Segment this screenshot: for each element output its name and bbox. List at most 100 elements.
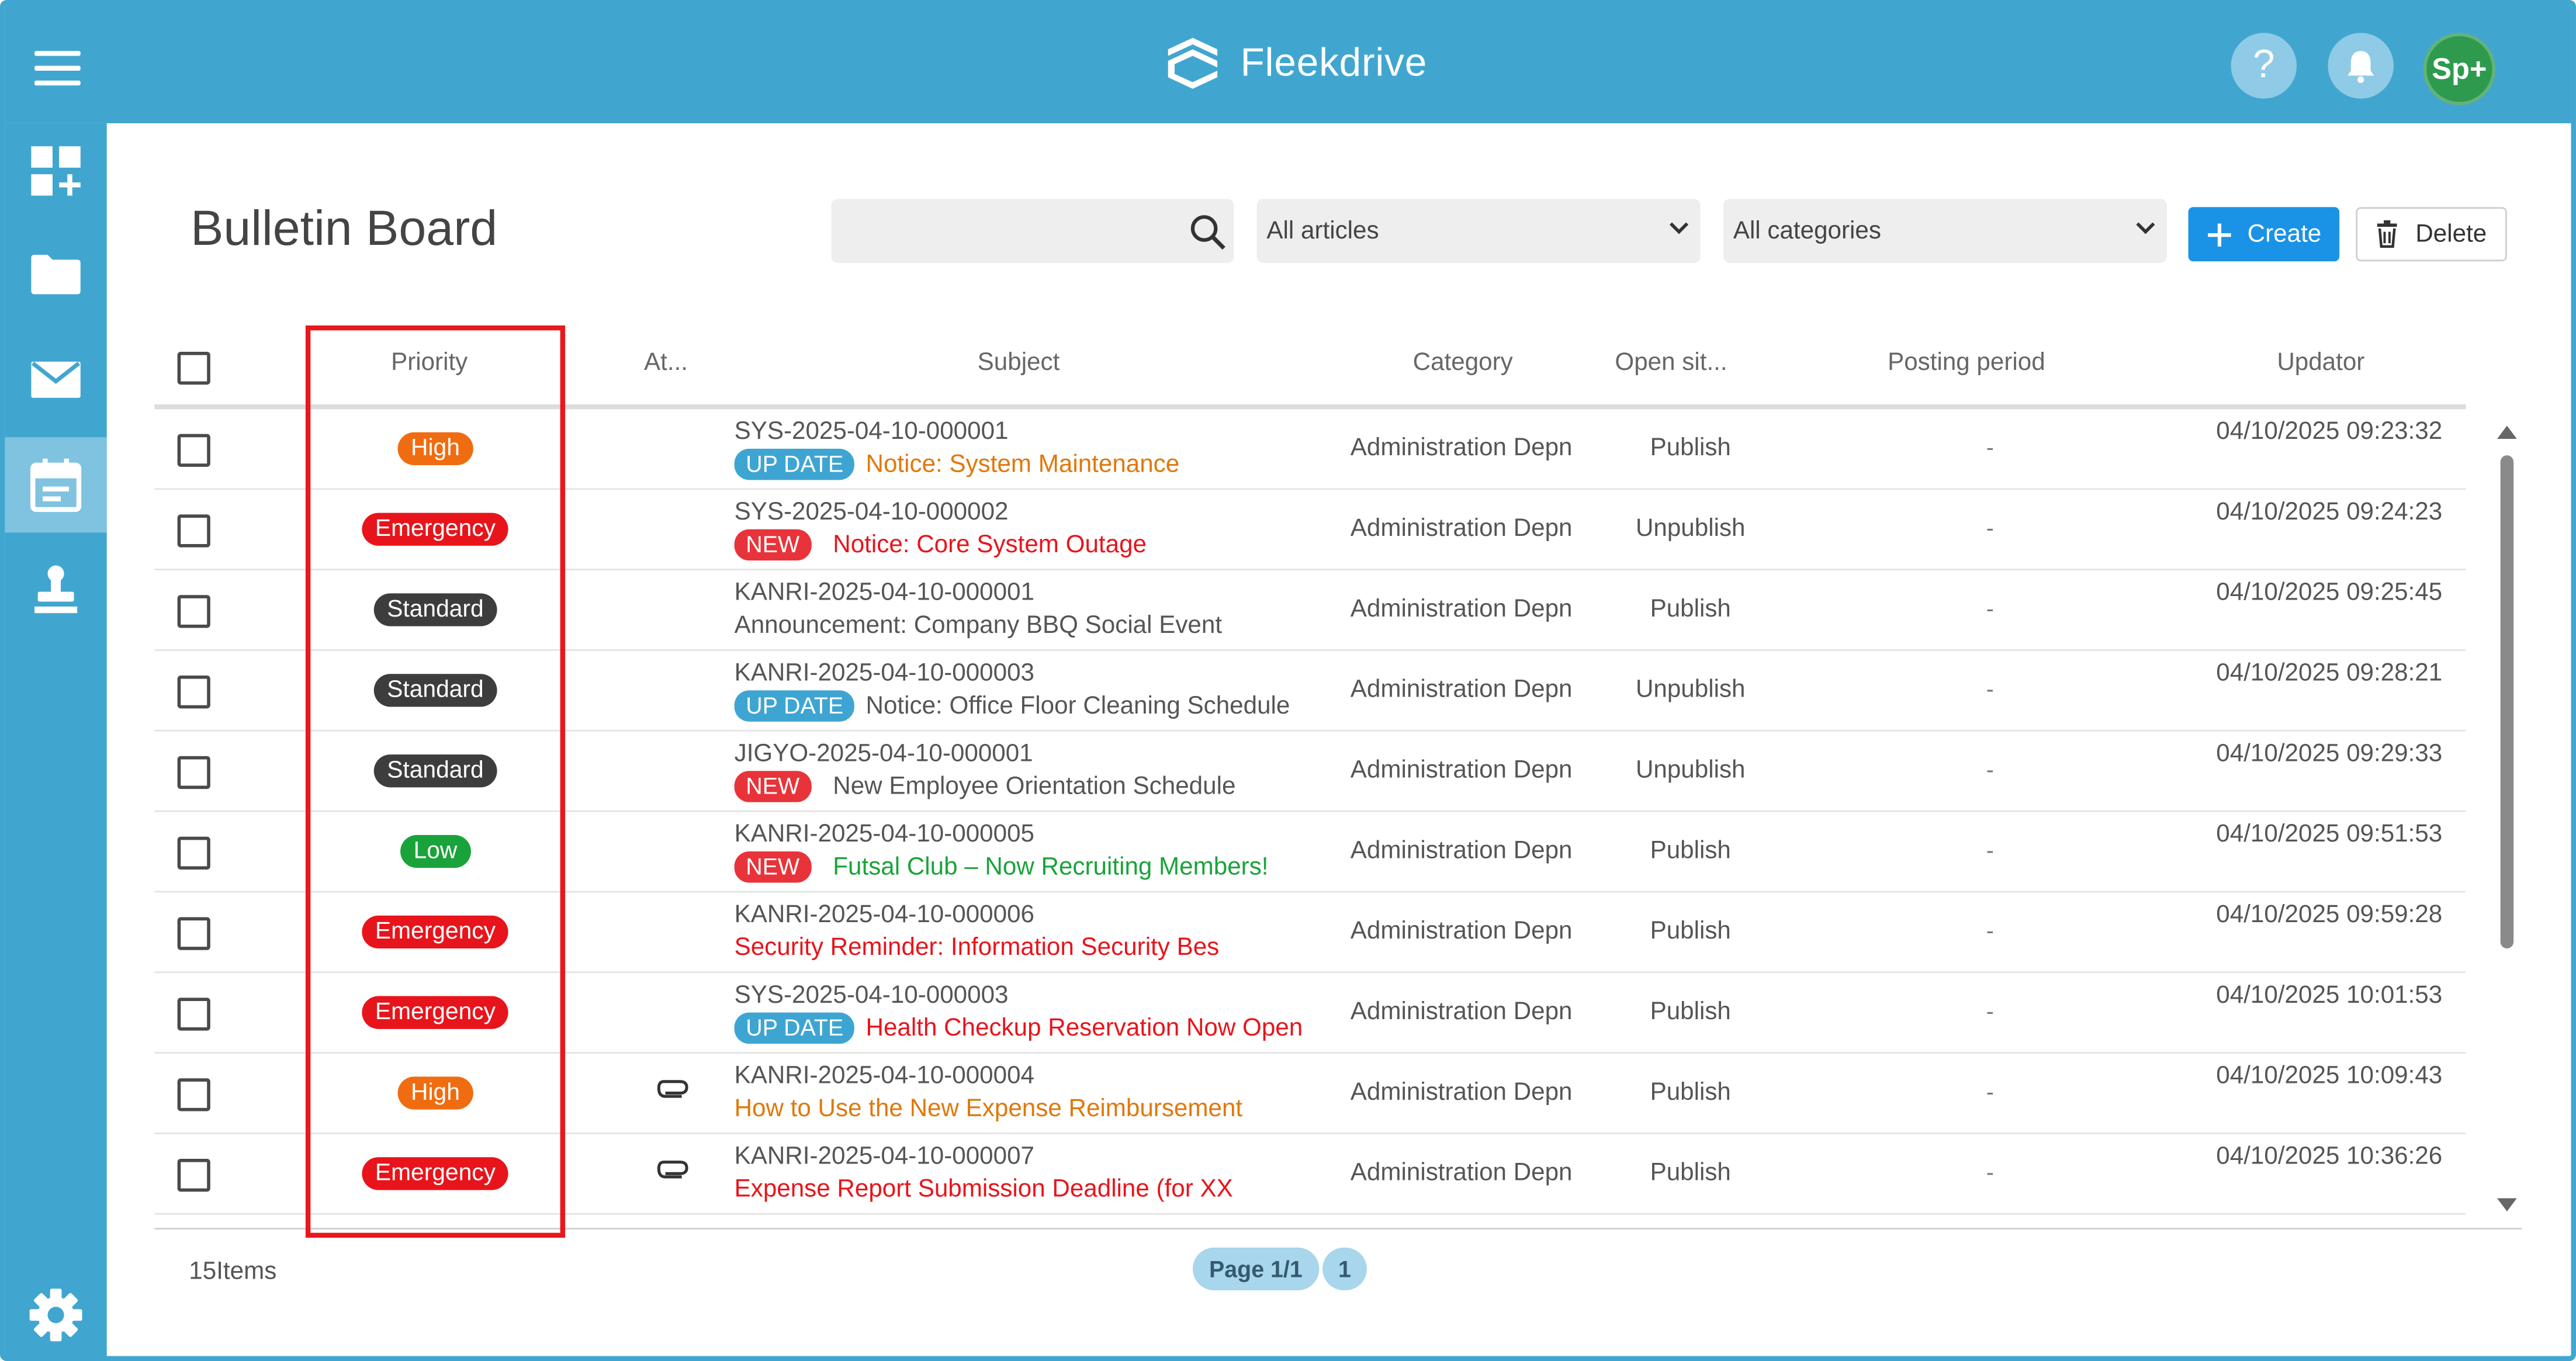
page-number-button[interactable]: 1: [1322, 1247, 1367, 1291]
bell-icon: [2348, 51, 2374, 84]
priority-badge: High: [397, 1076, 473, 1110]
help-button[interactable]: ?: [2231, 33, 2297, 99]
table-row[interactable]: High KANRI-2025-04-10-000004 How to Use th…: [154, 1052, 2466, 1134]
open-status: Unpublish: [1635, 514, 1746, 543]
notification-button[interactable]: [2328, 33, 2394, 99]
app-window: Fleekdrive ? Sp+ Bulletin Board All arti…: [0, 0, 2576, 1361]
row-checkbox[interactable]: [177, 836, 210, 870]
row-checkbox[interactable]: [177, 1159, 210, 1192]
article-subject-link[interactable]: New Employee Orientation Schedule: [833, 773, 1235, 801]
categories-filter-select[interactable]: All categories: [1723, 199, 2167, 264]
posting-period: -: [1986, 595, 1994, 622]
column-header-open-site[interactable]: Open sit...: [1615, 348, 1727, 376]
table-row[interactable]: Low KANRI-2025-04-10-000005 NEW Futsal Club…: [154, 811, 2466, 893]
article-subject-link[interactable]: Health Checkup Reservation Now Open: [866, 1014, 1303, 1042]
row-checkbox[interactable]: [177, 998, 210, 1031]
updated-timestamp: 04/10/2025 09:24:23: [2216, 498, 2443, 527]
user-avatar[interactable]: Sp+: [2423, 33, 2496, 106]
column-header-updator[interactable]: Updator: [2277, 348, 2364, 376]
article-code: KANRI-2025-04-10-000004: [734, 1062, 1035, 1090]
article-subject-link[interactable]: Announcement: Company BBQ Social Event: [735, 611, 1222, 639]
posting-period: -: [1986, 998, 1994, 1024]
sidebar-item-files[interactable]: [5, 227, 106, 322]
sidebar-item-bulletin[interactable]: [5, 437, 107, 533]
stamp-icon: [34, 565, 78, 614]
table-row[interactable]: Standard KANRI-2025-04-10-000003 UP DATE No…: [154, 649, 2466, 732]
row-checkbox[interactable]: [177, 434, 210, 467]
mail-icon: [31, 361, 81, 398]
row-checkbox[interactable]: [177, 595, 210, 628]
paperclip-icon[interactable]: [656, 1155, 692, 1182]
settings-gear-icon[interactable]: [28, 1287, 84, 1343]
row-checkbox[interactable]: [177, 1078, 210, 1111]
status-tag: NEW: [734, 851, 811, 883]
table-row[interactable]: Emergency SYS-2025-04-10-000002 NEW Notice:…: [154, 488, 2466, 571]
page-indicator: Page 1/1: [1192, 1247, 1319, 1291]
updated-timestamp: 04/10/2025 09:23:32: [2216, 417, 2443, 446]
status-tag: NEW: [734, 771, 811, 802]
paperclip-icon[interactable]: [656, 1075, 692, 1102]
logo-text: Fleekdrive: [1240, 41, 1428, 86]
sidebar-item-approval[interactable]: [5, 542, 106, 638]
vertical-scrollbar[interactable]: [2491, 416, 2523, 1221]
articles-filter-select[interactable]: All articles: [1256, 199, 1701, 264]
search-icon[interactable]: [1187, 212, 1227, 252]
search-input[interactable]: [831, 199, 1234, 264]
article-category: Administration Depn: [1350, 514, 1573, 543]
table-row[interactable]: Standard KANRI-2025-04-10-000001 Announcem…: [154, 569, 2466, 651]
app-logo[interactable]: Fleekdrive: [1162, 31, 1428, 97]
updated-timestamp: 04/10/2025 09:29:33: [2216, 739, 2443, 768]
fleekdrive-logo-icon: [1168, 37, 1218, 89]
updated-timestamp: 04/10/2025 10:36:26: [2216, 1142, 2443, 1170]
top-header: Fleekdrive ? Sp+: [5, 5, 2571, 123]
table-row[interactable]: Emergency KANRI-2025-04-10-000006 Security…: [154, 891, 2466, 974]
row-checkbox[interactable]: [177, 676, 210, 709]
delete-button[interactable]: Delete: [2356, 207, 2507, 262]
article-subject-link[interactable]: Notice: System Maintenance: [866, 451, 1180, 479]
sidebar-item-messages[interactable]: [5, 332, 106, 427]
article-subject-link[interactable]: How to Use the New Expense Reimbursement: [735, 1095, 1243, 1123]
priority-badge: Standard: [373, 593, 497, 626]
column-header-posting-period[interactable]: Posting period: [1888, 348, 2045, 376]
row-checkbox[interactable]: [177, 514, 210, 548]
article-subject-link[interactable]: Security Reminder: Information Security …: [735, 934, 1220, 962]
updated-timestamp: 04/10/2025 10:01:53: [2216, 981, 2443, 1010]
trash-icon: [2377, 220, 2398, 248]
article-subject-link[interactable]: Notice: Office Floor Cleaning Schedule: [866, 692, 1290, 720]
table-row[interactable]: Emergency KANRI-2025-04-10-000007 Expense …: [154, 1133, 2466, 1215]
status-tag: NEW: [734, 529, 811, 561]
article-subject-link[interactable]: Expense Report Submission Deadline (for …: [735, 1175, 1233, 1203]
article-code: KANRI-2025-04-10-000007: [734, 1142, 1035, 1170]
open-status: Publish: [1650, 917, 1731, 946]
sidebar-item-dashboard[interactable]: [5, 123, 106, 219]
posting-period: -: [1986, 676, 1994, 702]
column-header-priority[interactable]: Priority: [391, 348, 468, 376]
posting-period: -: [1986, 1159, 1994, 1186]
column-header-subject[interactable]: Subject: [978, 348, 1060, 376]
dashboard-add-icon: [31, 146, 81, 196]
article-category: Administration Depn: [1350, 676, 1573, 704]
article-category: Administration Depn: [1350, 1078, 1573, 1107]
article-category: Administration Depn: [1350, 998, 1573, 1026]
article-category: Administration Depn: [1350, 434, 1573, 462]
table-row[interactable]: Standard JIGYO-2025-04-10-000001 NEW New Em…: [154, 730, 2466, 812]
article-subject-link[interactable]: Futsal Club – Now Recruiting Members!: [833, 853, 1268, 881]
open-status: Publish: [1650, 595, 1731, 624]
row-checkbox[interactable]: [177, 917, 210, 950]
updated-timestamp: 04/10/2025 09:28:21: [2216, 659, 2443, 687]
select-all-checkbox[interactable]: [177, 351, 210, 385]
table-row[interactable]: Emergency SYS-2025-04-10-000003 UP DATE Hea…: [154, 971, 2466, 1054]
column-header-category[interactable]: Category: [1413, 348, 1513, 376]
row-checkbox[interactable]: [177, 756, 210, 789]
article-code: SYS-2025-04-10-000002: [734, 498, 1009, 527]
table-row[interactable]: High SYS-2025-04-10-000001 UP DATE Notice: …: [154, 408, 2466, 490]
status-tag: UP DATE: [734, 690, 855, 722]
article-subject-link[interactable]: Notice: Core System Outage: [833, 531, 1147, 559]
updated-timestamp: 04/10/2025 09:25:45: [2216, 579, 2443, 607]
bulletin-table-body: High SYS-2025-04-10-000001 UP DATE Notice: …: [154, 408, 2466, 1228]
column-header-attachment[interactable]: At...: [644, 348, 688, 376]
hamburger-menu-icon[interactable]: [34, 51, 84, 87]
chevron-down-icon: [1670, 222, 1689, 234]
create-button[interactable]: Create: [2188, 207, 2340, 262]
article-code: KANRI-2025-04-10-000005: [734, 820, 1035, 849]
